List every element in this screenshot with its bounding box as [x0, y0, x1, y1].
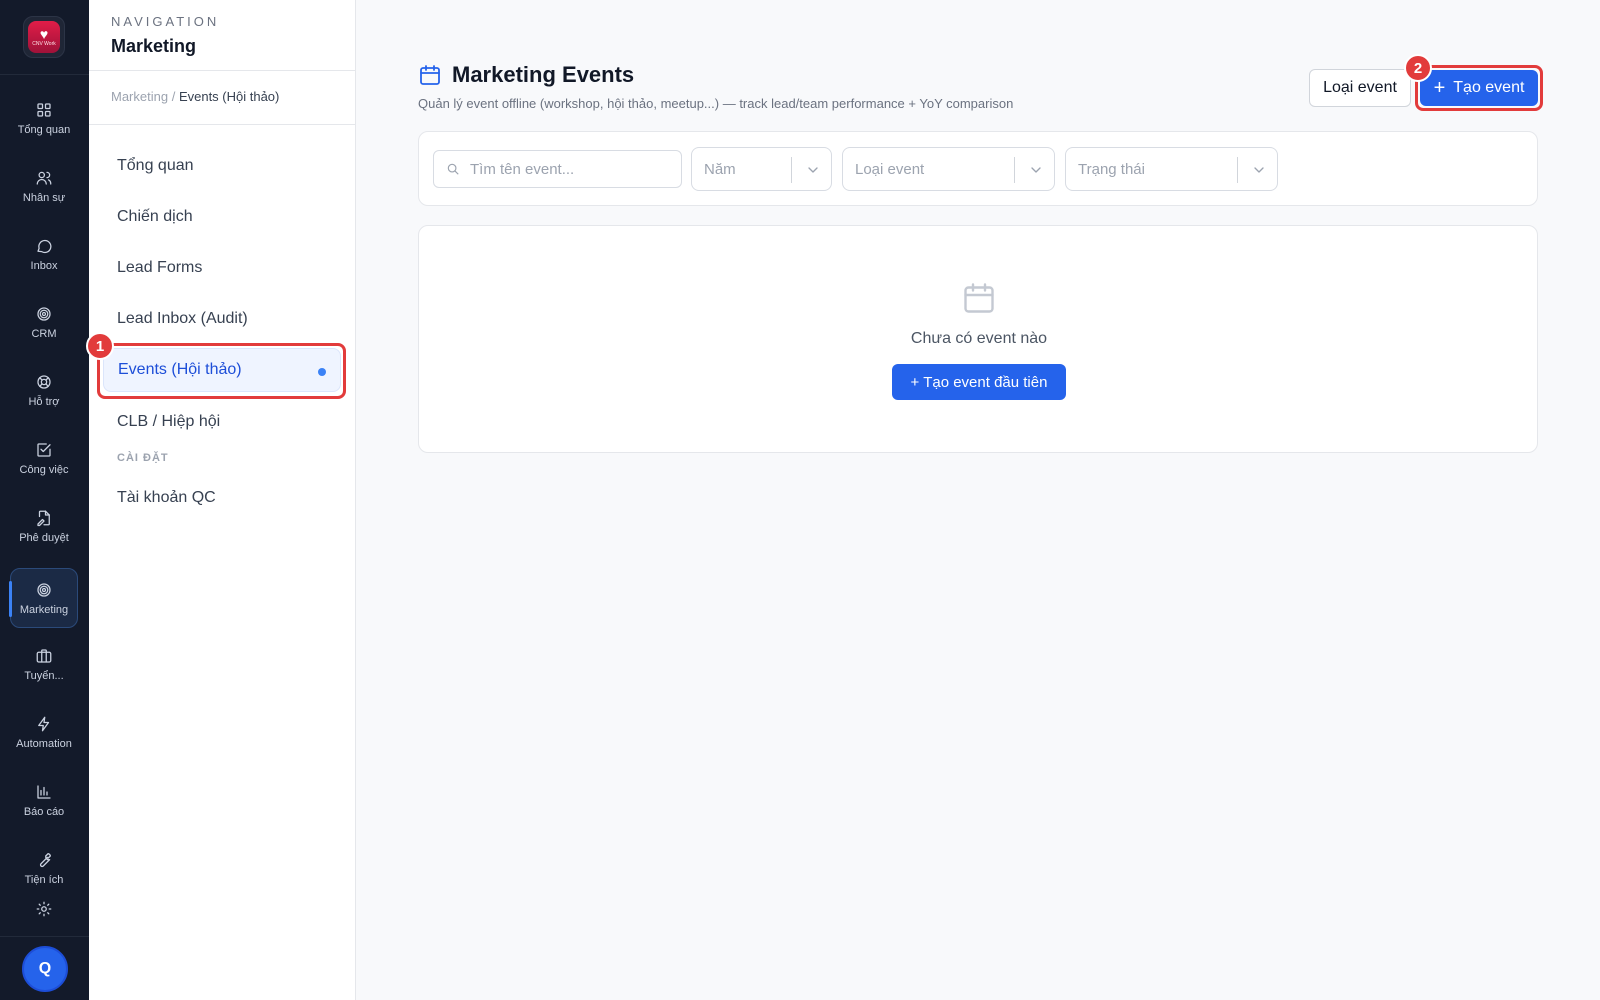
rail-item-bao-cao[interactable]: Báo cáo	[10, 770, 78, 830]
nav-title: Marketing	[111, 36, 197, 56]
rail-item-label: Automation	[16, 737, 72, 750]
year-select[interactable]: Năm	[691, 147, 832, 191]
highlight-box-1	[97, 343, 346, 399]
wrench-icon	[39, 852, 52, 867]
lifebuoy-icon	[37, 374, 51, 389]
gear-icon	[36, 901, 52, 917]
select-divider	[791, 157, 792, 183]
nav-item-clb[interactable]: CLB / Hiệp hội	[103, 400, 341, 444]
year-select-placeholder: Năm	[704, 160, 736, 178]
bar-chart-icon	[37, 784, 51, 799]
nav-item-chien-dich[interactable]: Chiến dịch	[103, 195, 341, 239]
event-type-select[interactable]: Loại event	[842, 147, 1055, 191]
checkbox-icon	[37, 442, 51, 457]
briefcase-icon	[36, 648, 52, 663]
select-divider	[1237, 157, 1238, 183]
select-divider	[1014, 157, 1015, 183]
event-type-button[interactable]: Loại event	[1309, 69, 1411, 107]
rail-item-nhan-su[interactable]: Nhân sự	[10, 156, 78, 216]
rail-item-cong-viec[interactable]: Công việc	[10, 428, 78, 488]
chevron-down-icon	[1251, 162, 1267, 178]
chevron-down-icon	[1028, 162, 1044, 178]
grid-icon	[37, 102, 51, 117]
create-first-event-button[interactable]: + Tạo event đầu tiên	[892, 364, 1066, 400]
rail-item-label: Tiện ích	[24, 873, 64, 886]
rail-item-label: Tuyển...	[24, 669, 64, 682]
rail-divider	[0, 74, 89, 75]
nav-divider	[89, 124, 356, 125]
breadcrumb: Marketing / Events (Hội thảo)	[111, 89, 279, 104]
nav-item-label: Tổng quan	[117, 157, 194, 174]
rail-item-label: Nhân sự	[22, 191, 66, 204]
target-icon	[37, 582, 51, 597]
rail-item-label: Tổng quan	[17, 123, 71, 136]
nav-item-lead-inbox[interactable]: Lead Inbox (Audit)	[103, 297, 341, 341]
chat-icon	[37, 239, 52, 253]
nav-item-tong-quan[interactable]: Tổng quan	[103, 144, 341, 188]
nav-item-lead-forms[interactable]: Lead Forms	[103, 246, 341, 290]
user-avatar[interactable]: Q	[22, 946, 68, 992]
rail-item-label: Marketing	[19, 603, 69, 616]
search-box[interactable]	[433, 150, 682, 188]
page-header: Marketing Events Quản lý event offline (…	[418, 62, 1013, 111]
nav-item-label: Lead Forms	[117, 259, 203, 276]
rail-item-label: Phê duyệt	[19, 531, 69, 544]
logo-text: CNV Work	[32, 41, 56, 47]
nav-divider	[89, 70, 356, 71]
app-logo[interactable]: ♥ CNV Work	[23, 16, 65, 58]
rail-item-label: Công việc	[19, 463, 69, 476]
rail-item-label: Hỗ trợ	[28, 395, 60, 408]
rail-item-label: Báo cáo	[23, 805, 65, 818]
nav-item-label: Lead Inbox (Audit)	[117, 310, 248, 327]
empty-state-text: Chưa có event nào	[910, 330, 1048, 347]
calendar-icon	[961, 280, 997, 316]
rail-item-automation[interactable]: Automation	[10, 702, 78, 762]
rail-item-tong-quan[interactable]: Tổng quan	[10, 88, 78, 148]
rail-item-tien-ich[interactable]: Tiện ích	[10, 838, 78, 898]
rail-item-tuyen-dung[interactable]: Tuyển...	[10, 634, 78, 694]
document-sign-icon	[37, 510, 50, 526]
event-type-select-placeholder: Loại event	[855, 160, 925, 178]
breadcrumb-root[interactable]: Marketing /	[111, 89, 175, 104]
rail-item-label: CRM	[31, 327, 57, 340]
nav-item-label: Tài khoản QC	[117, 489, 216, 506]
search-icon	[447, 163, 459, 175]
rail-item-marketing[interactable]: Marketing	[9, 568, 78, 628]
page-title: Marketing Events	[452, 62, 635, 87]
nav-section-settings: CÀI ĐẶT	[117, 452, 169, 464]
rail-item-inbox[interactable]: Inbox	[10, 224, 78, 284]
page-subtitle: Quản lý event offline (workshop, hội thả…	[418, 96, 1014, 111]
nav-item-label: CLB / Hiệp hội	[117, 413, 221, 430]
breadcrumb-current: Events (Hội thảo)	[178, 89, 280, 104]
rail-item-crm[interactable]: CRM	[10, 292, 78, 352]
nav-item-label: Chiến dịch	[117, 208, 193, 225]
search-input[interactable]	[470, 160, 670, 178]
target-icon	[37, 306, 51, 321]
rail-item-phe-duyet[interactable]: Phê duyệt	[10, 496, 78, 556]
nav-item-tai-khoan-qc[interactable]: Tài khoản QC	[103, 476, 341, 520]
status-select-placeholder: Trạng thái	[1078, 160, 1145, 178]
calendar-icon	[420, 65, 440, 85]
highlight-box-2	[1415, 65, 1543, 111]
status-select[interactable]: Trạng thái	[1065, 147, 1278, 191]
rail-item-label: Inbox	[30, 259, 58, 272]
step-badge-1: 1	[86, 332, 114, 360]
nav-kicker: NAVIGATION	[111, 14, 220, 29]
logo-mark: ♥ CNV Work	[28, 21, 60, 53]
rail-item-ho-tro[interactable]: Hỗ trợ	[10, 360, 78, 420]
step-badge-2: 2	[1404, 54, 1432, 82]
users-icon	[36, 171, 52, 185]
secondary-nav: NAVIGATION Marketing Marketing / Events …	[89, 0, 356, 1000]
lightning-icon	[38, 716, 50, 731]
heart-icon: ♥	[39, 26, 49, 42]
filter-bar: Năm Loại event Trạng thái	[418, 131, 1538, 206]
rail-divider	[0, 936, 89, 937]
chevron-down-icon	[805, 162, 821, 178]
empty-state-card: Chưa có event nào + Tạo event đầu tiên	[418, 225, 1538, 453]
app-rail: ♥ CNV Work Tổng quan Nhân sự Inbox CRM H…	[0, 0, 89, 1000]
rail-item-settings[interactable]	[10, 900, 78, 930]
